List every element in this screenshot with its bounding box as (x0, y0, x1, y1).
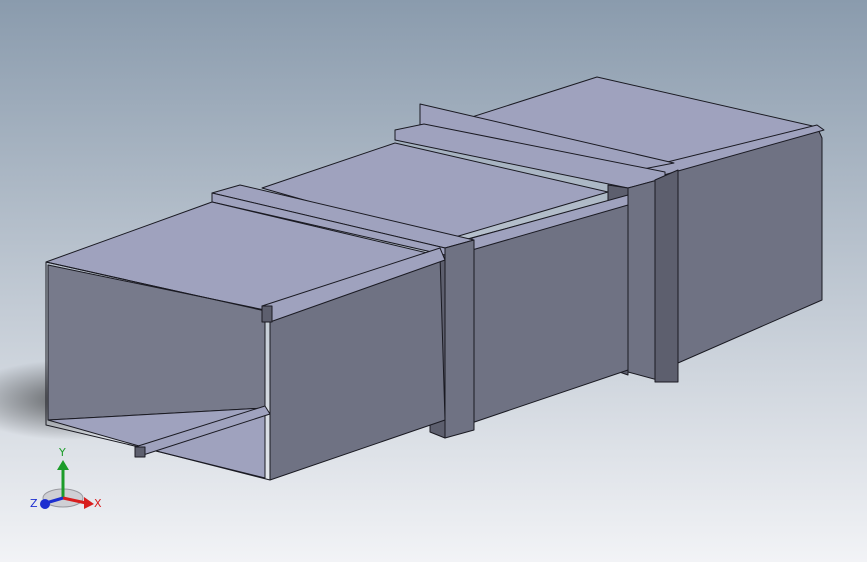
z-axis-label: Z (30, 497, 38, 510)
z-axis-arrow (40, 499, 50, 509)
graphics-viewport[interactable]: Y X Z (0, 0, 867, 562)
x-axis-label: X (94, 497, 102, 510)
model-view[interactable]: Y X Z (0, 0, 867, 562)
y-axis-label: Y (58, 446, 66, 459)
